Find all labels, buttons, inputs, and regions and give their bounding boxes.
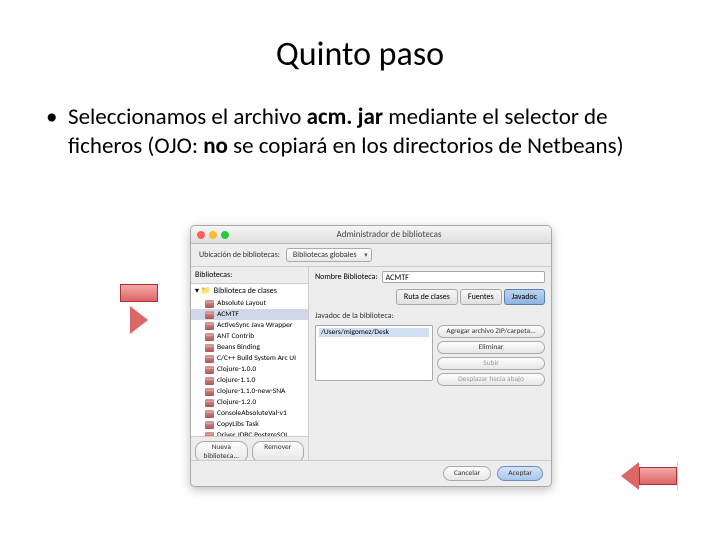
bullet-text-3: se copiará en los directorios de Netbean… (228, 132, 624, 160)
library-item[interactable]: Absolute Layout (191, 298, 308, 309)
library-icon (205, 421, 214, 429)
accept-button[interactable]: Aceptar (497, 466, 543, 481)
library-item[interactable]: Clojure-1.0.0 (191, 364, 308, 375)
arrow-indicator-right (560, 462, 678, 490)
library-icon (205, 399, 214, 407)
zoom-icon[interactable] (221, 231, 229, 239)
cancel-button[interactable]: Cancelar (443, 466, 491, 481)
bullet-bold-1: acm. jar (307, 103, 383, 131)
tab-sources[interactable]: Fuentes (460, 289, 502, 305)
window-titlebar: Administrador de bibliotecas (191, 226, 551, 244)
folder-icon: ▾ 📁 (195, 286, 211, 296)
library-item[interactable]: clojure-1.1.0 (191, 375, 308, 386)
javadoc-path-row[interactable]: /Users/migomez/Desk (319, 328, 429, 337)
libraries-label: Bibliotecas: (191, 267, 308, 284)
slide-bullet: Seleccionamos el archivo acm. jar median… (46, 103, 680, 162)
bullet-bold-2: no (203, 132, 228, 160)
slide-title: Quinto paso (40, 34, 680, 75)
minimize-icon[interactable] (209, 231, 217, 239)
add-zip-button[interactable]: Agregar archivo ZIP/carpeta... (437, 325, 545, 338)
location-label: Ubicación de bibliotecas: (199, 250, 280, 260)
library-item[interactable]: Clojure-1.2.0 (191, 397, 308, 408)
move-down-button[interactable]: Desplazar hacia abajo (437, 373, 545, 386)
library-item[interactable]: ActiveSync Java Wrapper (191, 320, 308, 331)
library-item[interactable]: clojure-1.1.0-new-SNA (191, 386, 308, 397)
library-name-field[interactable]: ACMTF (382, 271, 545, 283)
tabs: Ruta de clases Fuentes Javadoc (315, 289, 545, 305)
library-icon (205, 300, 214, 308)
library-icon (205, 344, 214, 352)
library-icon (205, 410, 214, 418)
move-up-button[interactable]: Subir (437, 357, 545, 370)
library-item[interactable]: ANT Contrib (191, 331, 308, 342)
library-icon (205, 322, 214, 330)
arrow-indicator-left (114, 280, 164, 338)
library-item[interactable]: C/C++ Build System Arc UI (191, 353, 308, 364)
location-select[interactable]: Bibliotecas globales (286, 248, 372, 262)
tree-root[interactable]: ▾ 📁 Biblioteca de clases (191, 284, 308, 298)
library-item[interactable]: ConsoleAbsoluteVal-v1 (191, 408, 308, 419)
library-name-label: Nombre Biblioteca: (315, 272, 378, 282)
tab-javadoc[interactable]: Javadoc (504, 289, 545, 305)
library-icon (205, 388, 214, 396)
window-title: Administrador de bibliotecas (233, 229, 545, 240)
libraries-tree[interactable]: ▾ 📁 Biblioteca de clases Absolute Layout… (191, 284, 308, 436)
library-icon (205, 366, 214, 374)
delete-button[interactable]: Eliminar (437, 341, 545, 354)
library-icon (205, 377, 214, 385)
bullet-text-1: Seleccionamos el archivo (68, 103, 307, 131)
close-icon[interactable] (197, 231, 205, 239)
library-item[interactable]: Beans Binding (191, 342, 308, 353)
library-item[interactable]: CopyLibs Task (191, 419, 308, 430)
library-icon (205, 355, 214, 363)
library-icon (205, 333, 214, 341)
library-item[interactable]: ACMTF (191, 309, 308, 320)
library-icon (205, 311, 214, 319)
javadoc-label: Javadoc de la biblioteca: (315, 311, 545, 321)
library-manager-window: Administrador de bibliotecas Ubicación d… (190, 225, 552, 487)
library-icon (205, 432, 214, 437)
javadoc-list[interactable]: /Users/migomez/Desk (315, 325, 433, 381)
tab-classpath[interactable]: Ruta de clases (396, 289, 458, 305)
